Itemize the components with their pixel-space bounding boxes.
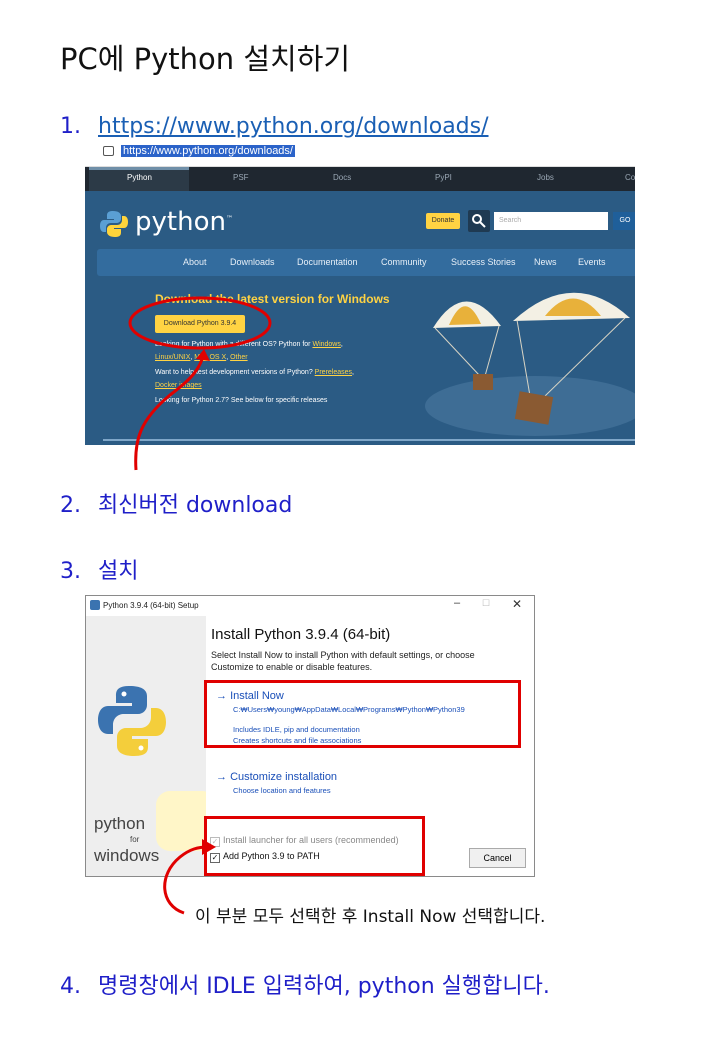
customize-label: Customize installation [230,771,338,783]
step-3: 3. 설치 [60,553,138,585]
step-number: 4. [60,974,81,999]
step-2: 2. 최신버전 download [60,487,292,519]
annotation-arrow [134,349,210,471]
page-title: PC에 Python 설치하기 [60,42,351,76]
step-text: 설치 [98,559,139,584]
app-icon [90,600,100,610]
window-title: Python 3.9.4 (64-bit) Setup [103,601,199,610]
close-icon[interactable]: ✕ [512,597,522,611]
checkbox-highlight [204,816,425,876]
step-number: 1. [60,114,81,139]
python-downloads-link[interactable]: https://www.python.org/downloads/ [98,114,489,139]
step-text: 명령창에서 IDLE 입력하여, python 실행합니다. [98,974,550,999]
cancel-button[interactable]: Cancel [469,848,526,868]
step-1: 1. https://www.python.org/downloads/ [60,114,489,139]
arrow-right-icon: → [216,771,227,783]
maximize-icon: ☐ [482,598,491,608]
installer-heading: Install Python 3.9.4 (64-bit) [211,626,391,643]
step-text: 최신버전 download [98,493,293,518]
install-note: 이 부분 모두 선택한 후 Install Now 선택합니다. [195,907,546,927]
desc-line-2: Customize to enable or disable features. [211,662,373,672]
installer-titlebar: Python 3.9.4 (64-bit) Setup – ☐ ✕ [86,596,534,616]
step-number: 3. [60,559,81,584]
step-number: 2. [60,493,81,518]
install-now-highlight [204,680,521,748]
installer-description: Select Install Now to install Python wit… [211,649,511,673]
desc-line-1: Select Install Now to install Python wit… [211,650,475,660]
step-4: 4. 명령창에서 IDLE 입력하여, python 실행합니다. [60,968,550,1000]
customize-option[interactable]: → Customize installation [216,771,337,783]
side-python-word: python [94,814,146,833]
side-for-word: for [130,835,140,844]
customize-sub: Choose location and features [233,786,331,795]
minimize-icon[interactable]: – [454,597,460,609]
